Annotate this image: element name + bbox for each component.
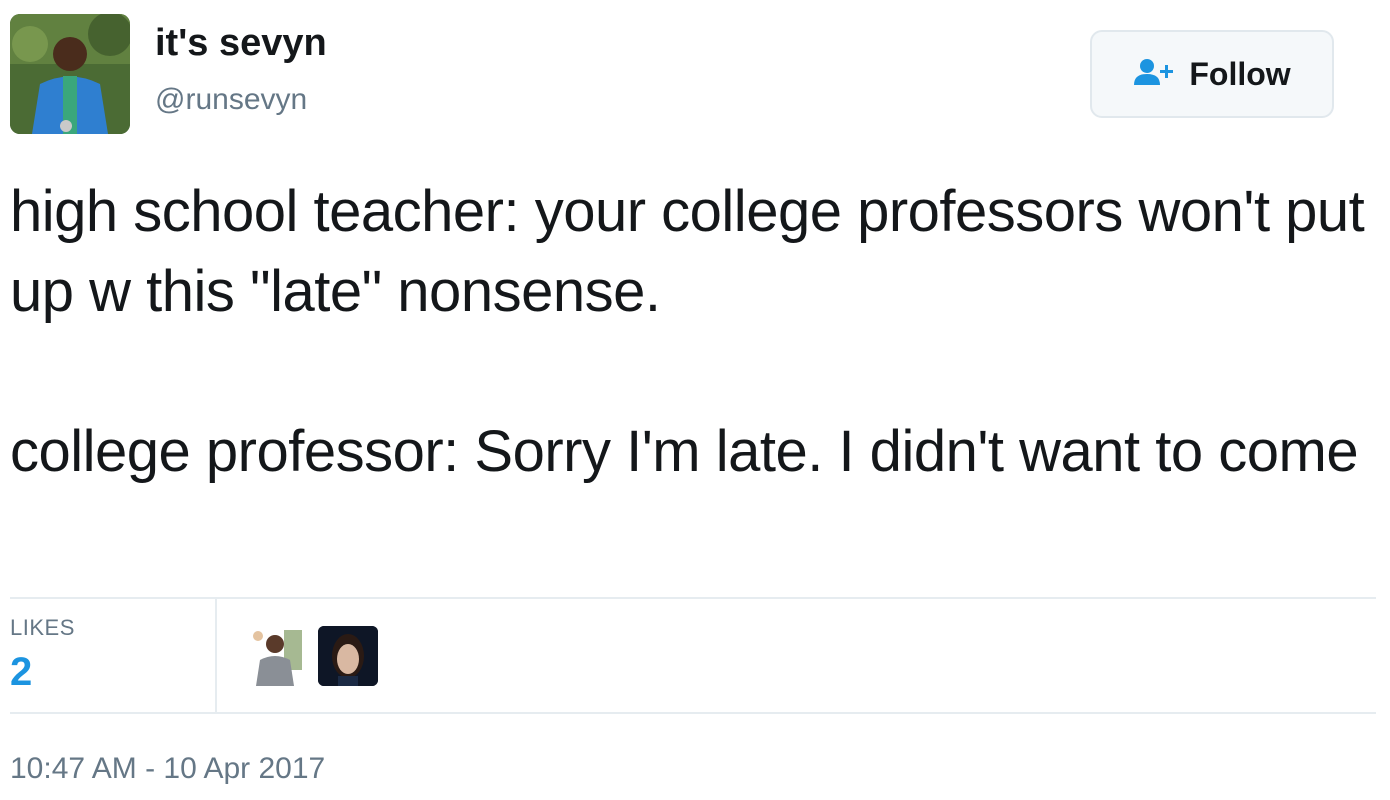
follow-button[interactable]: Follow xyxy=(1090,30,1334,118)
likes-count[interactable]: 2 xyxy=(10,650,32,695)
user-handle[interactable]: @runsevyn xyxy=(155,83,307,117)
tweet-paragraph: high school teacher: your college profes… xyxy=(10,179,1380,324)
stats-divider-vertical xyxy=(215,599,217,712)
follow-button-label: Follow xyxy=(1189,55,1291,92)
tweet-timestamp[interactable]: 10:47 AM - 10 Apr 2017 xyxy=(10,752,325,786)
liker-avatar[interactable] xyxy=(318,626,378,686)
display-name[interactable]: it's sevyn xyxy=(155,22,327,65)
stats-divider-bottom xyxy=(10,712,1376,714)
follow-person-plus-icon xyxy=(1133,57,1177,92)
tweet-paragraph: college professor: Sorry I'm late. I did… xyxy=(10,419,1359,484)
user-avatar[interactable] xyxy=(10,14,130,134)
liker-avatar[interactable] xyxy=(248,626,308,686)
tweet-text: high school teacher: your college profes… xyxy=(10,172,1380,492)
likes-label: LIKES xyxy=(10,615,75,640)
